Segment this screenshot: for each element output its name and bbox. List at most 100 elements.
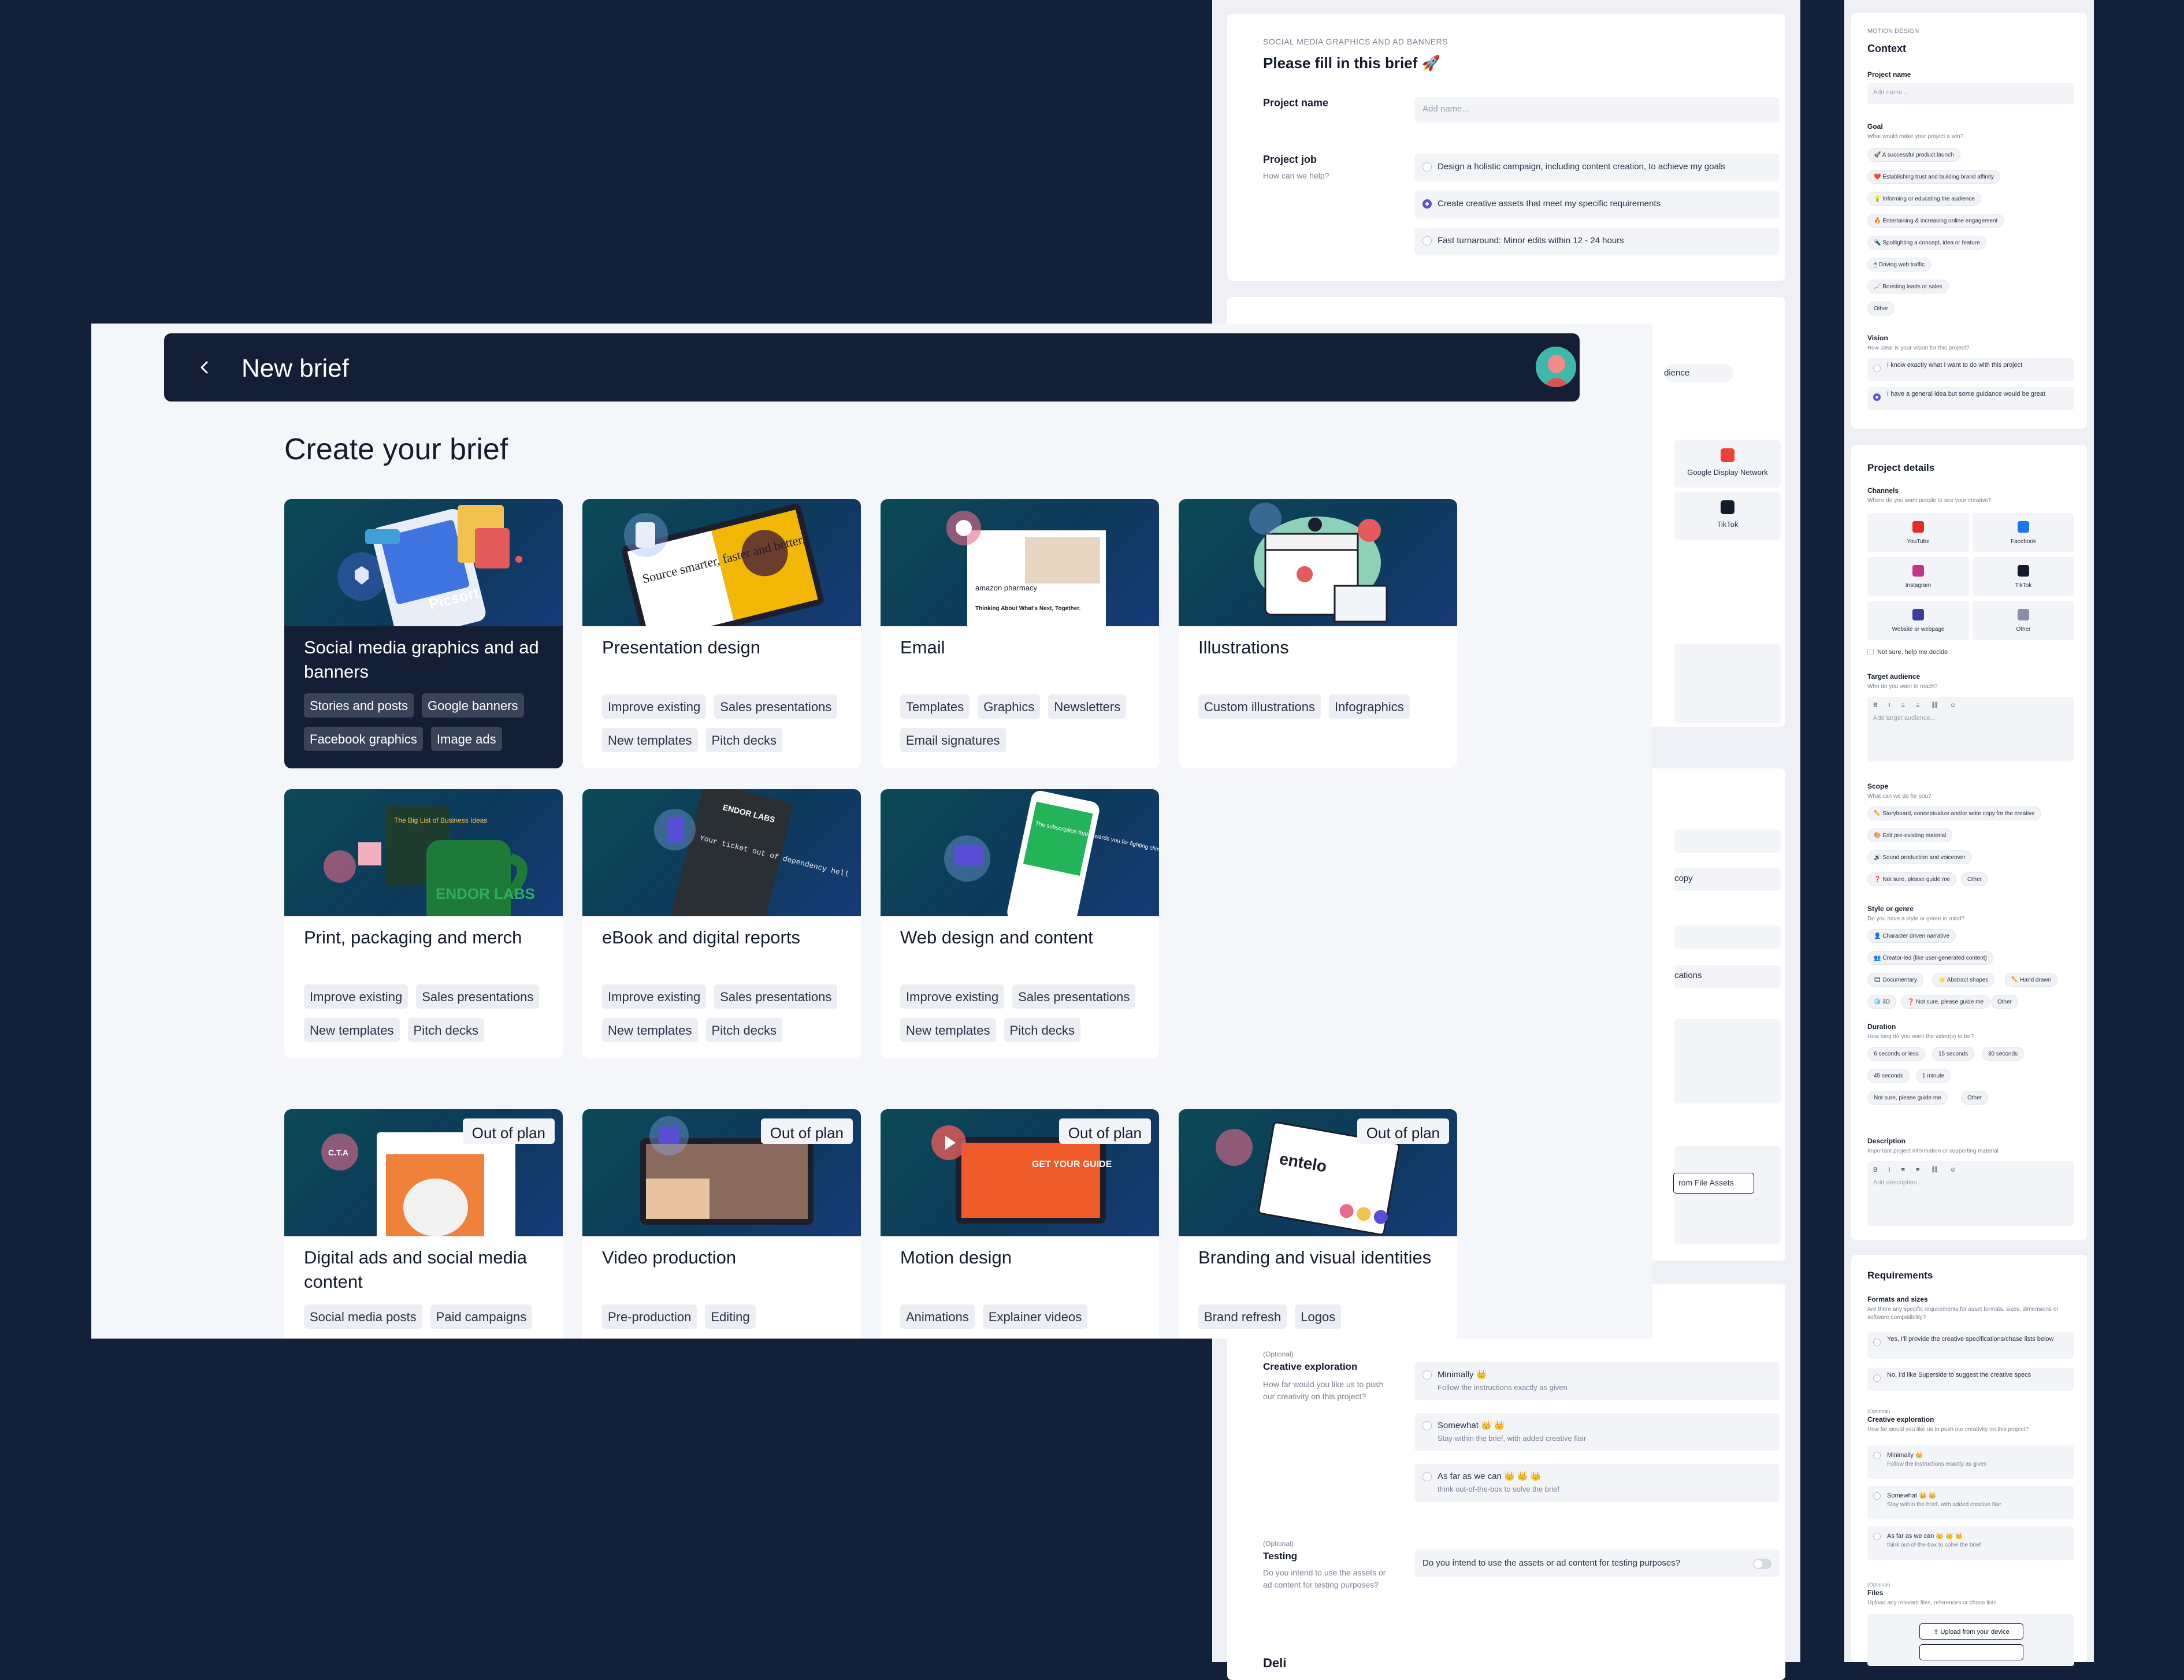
scope-chip[interactable]: ❓ Not sure, please guide me xyxy=(1867,872,1956,886)
scope-chip[interactable]: 🔊 Sound production and voiceover xyxy=(1867,850,1972,864)
vision-option-exact[interactable]: I know exactly what I want to do with th… xyxy=(1867,358,2074,381)
style-chip[interactable]: 🎞 Documentary xyxy=(1867,973,1923,987)
target-audience-textarea[interactable]: B I ≡ ≡ ⛓ ☺ Add target audience... xyxy=(1867,697,2074,761)
channel-facebook[interactable]: Facebook xyxy=(1973,513,2074,552)
formats-option-no[interactable]: No, I'd like Superside to suggest the cr… xyxy=(1867,1368,2074,1391)
goal-chip[interactable]: 🚀 A successful product launch xyxy=(1867,148,1960,162)
page-title: New brief xyxy=(242,354,349,382)
style-chip[interactable]: 🧊 3D xyxy=(1867,995,1897,1009)
channel-tiktok[interactable]: TikTok xyxy=(1973,557,2074,596)
channels-sub: Where do you want people to see your cre… xyxy=(1867,497,1992,504)
channel-youtube[interactable]: YouTube xyxy=(1867,513,1969,552)
project-name-input[interactable]: Add name... xyxy=(1414,97,1780,122)
job-option-holistic[interactable]: Design a holistic campaign, including co… xyxy=(1414,154,1780,181)
card-ebook[interactable]: ENDOR LABS Your ticket out of dependency… xyxy=(582,789,861,1058)
style-chip[interactable]: 👥 Creator-led (like user-generated conte… xyxy=(1867,951,1993,965)
project-details-title: Project details xyxy=(1867,462,1935,473)
goal-chip[interactable]: 🔥 Entertaining & increasing online engag… xyxy=(1867,214,2004,228)
duration-chip[interactable]: 6 seconds or less xyxy=(1867,1047,1925,1061)
job-option-creative-assets[interactable]: Create creative assets that meet my spec… xyxy=(1414,191,1780,218)
card-motion-design[interactable]: GET YOUR GUIDE Out of plan Motion design… xyxy=(881,1109,1159,1339)
style-chip[interactable]: ⭐ Abstract shapes xyxy=(1932,973,1995,987)
card-web-design[interactable]: The subscription that rewards you for fi… xyxy=(881,789,1159,1058)
field-fragment[interactable] xyxy=(1674,926,1781,949)
duration-chip[interactable]: Not sure, please guide me xyxy=(1867,1091,1948,1105)
creative-exploration-sub: How far would you like us to push our cr… xyxy=(1263,1380,1384,1401)
job-option-fast-turnaround[interactable]: Fast turnaround: Minor edits within 12 -… xyxy=(1414,228,1780,255)
duration-label: Duration xyxy=(1867,1023,1896,1031)
radio-icon xyxy=(1422,162,1432,172)
description-textarea[interactable]: B I ≡ ≡ ⛓ ☺ Add description... xyxy=(1867,1161,2074,1226)
card-title: Print, packaging and merch xyxy=(304,927,522,947)
field-fragment[interactable]: copy xyxy=(1674,868,1781,891)
goal-chip[interactable]: 🖱 Driving web traffic xyxy=(1867,258,1932,272)
testing-sub: Do you intend to use the assets or ad co… xyxy=(1263,1568,1386,1589)
creative-option-far[interactable]: As far as we can 👑 👑 👑 think out-of-the-b… xyxy=(1867,1526,2074,1560)
goal-chip[interactable]: 📈 Boosting leads or sales xyxy=(1867,280,1949,293)
creative-option-far[interactable]: As far as we can 👑 👑 👑 think out-of-the-b… xyxy=(1414,1464,1780,1502)
creative-option-somewhat[interactable]: Somewhat 👑 👑 Stay within the brief, with … xyxy=(1867,1486,2074,1519)
not-sure-checkbox[interactable]: Not sure, help me decide xyxy=(1867,648,2064,656)
channel-google-display[interactable]: Google Display Network xyxy=(1674,440,1781,488)
web-design-illustration: The subscription that rewards you for fi… xyxy=(881,789,1159,916)
form-eyebrow: SOCIAL MEDIA GRAPHICS AND AD BANNERS xyxy=(1263,37,1448,46)
card-print-packaging[interactable]: The Big List of Business Ideas ENDOR LAB… xyxy=(284,789,563,1058)
vision-option-general[interactable]: I have a general idea but some guidance … xyxy=(1867,387,2074,410)
tag: Pre-production xyxy=(602,1304,697,1329)
choose-from-file-assets-button[interactable]: rom File Assets xyxy=(1673,1173,1754,1194)
goal-chip[interactable]: 🔦 Spotlighting a concept, idea or featur… xyxy=(1867,236,1986,250)
secondary-upload-button[interactable] xyxy=(1919,1644,2023,1660)
upload-dropzone[interactable]: ⇪ Upload from your device xyxy=(1867,1614,2074,1666)
channel-instagram[interactable]: Instagram xyxy=(1867,557,1969,596)
field-fragment[interactable] xyxy=(1674,830,1781,853)
upload-from-device-button[interactable]: ⇪ Upload from your device xyxy=(1919,1623,2023,1640)
tag: Newsletters xyxy=(1048,694,1127,719)
radio-icon xyxy=(1422,1370,1432,1380)
duration-chip[interactable]: 30 seconds xyxy=(1982,1047,2025,1061)
duration-chip[interactable]: 45 seconds xyxy=(1867,1069,1910,1083)
creative-option-minimally[interactable]: Minimally 👑 Follow the instructions exact… xyxy=(1867,1445,2074,1479)
style-chip[interactable]: ❓ Not sure, please guide me xyxy=(1901,995,1990,1009)
formatting-toolbar[interactable]: B I ≡ ≡ ⛓ ☺ xyxy=(1873,1166,2068,1173)
card-email[interactable]: amazon pharmacy Thinking About What's Ne… xyxy=(881,499,1159,768)
radio-icon xyxy=(1873,1533,1881,1540)
goal-chip-other[interactable]: Other xyxy=(1867,302,1895,315)
chip-fragment[interactable]: dience xyxy=(1664,364,1733,382)
channel-other[interactable]: Other xyxy=(1973,601,2074,640)
duration-chip[interactable]: 15 seconds xyxy=(1932,1047,1975,1061)
style-chip[interactable]: 👤 Character driven narrative xyxy=(1867,929,1956,943)
goal-chip[interactable]: 💡 Informing or educating the audience xyxy=(1867,192,1981,206)
field-fragment[interactable]: cations xyxy=(1674,965,1781,988)
back-button[interactable] xyxy=(193,356,216,379)
formats-option-yes[interactable]: Yes, I'll provide the creative specifica… xyxy=(1867,1332,2074,1359)
scope-chip[interactable]: ✏️ Storyboard, conceptualize and/or writ… xyxy=(1867,806,2041,820)
card-digital-ads[interactable]: C.T.A Out of plan Digital ads and social… xyxy=(284,1109,563,1339)
creative-option-minimally[interactable]: Minimally 👑 Follow the instructions exact… xyxy=(1414,1362,1780,1400)
card-illustrations[interactable]: Illustrations Custom illustrations Infogr… xyxy=(1179,499,1457,768)
print-illustration: The Big List of Business Ideas ENDOR LAB… xyxy=(284,789,563,916)
creative-option-somewhat[interactable]: Somewhat 👑 👑 Stay within the brief, with … xyxy=(1414,1413,1780,1451)
checkbox-icon xyxy=(1867,649,1874,655)
textarea-fragment[interactable] xyxy=(1674,644,1781,723)
channel-tiktok[interactable]: TikTok xyxy=(1674,492,1781,540)
form-eyebrow: MOTION DESIGN xyxy=(1867,28,1919,35)
card-video-production[interactable]: Out of plan Video production Pre-product… xyxy=(582,1109,861,1339)
card-social-media-graphics[interactable]: Picsort Social media graphics and ad ban… xyxy=(284,499,563,768)
channel-website[interactable]: Website or webpage xyxy=(1867,601,1969,640)
duration-chip-other[interactable]: Other xyxy=(1961,1091,1989,1105)
formatting-toolbar[interactable]: B I ≡ ≡ ⛓ ☺ xyxy=(1873,701,2068,709)
textarea-fragment[interactable] xyxy=(1674,1019,1781,1103)
goal-chip[interactable]: ❤️ Establishing trust and building brand… xyxy=(1867,170,2000,184)
style-chip[interactable]: ✏️ Hand drawn xyxy=(2005,973,2058,987)
tag: Templates xyxy=(900,694,970,719)
style-chip-other[interactable]: Other xyxy=(1991,995,2019,1009)
card-presentation-design[interactable]: Source smarter, faster and better. Prese… xyxy=(582,499,861,768)
scope-chip-other[interactable]: Other xyxy=(1961,872,1989,886)
project-name-input[interactable]: Add name... xyxy=(1867,83,2074,104)
avatar[interactable] xyxy=(1536,347,1576,387)
project-details-card: Project details Channels Where do you wa… xyxy=(1851,445,2087,1240)
card-branding[interactable]: entelo Out of plan Branding and visual i… xyxy=(1179,1109,1457,1339)
duration-chip[interactable]: 1 minute xyxy=(1916,1069,1951,1083)
testing-toggle[interactable] xyxy=(1753,1559,1771,1569)
scope-chip[interactable]: 🎨 Edit pre-existing material xyxy=(1867,828,1953,842)
